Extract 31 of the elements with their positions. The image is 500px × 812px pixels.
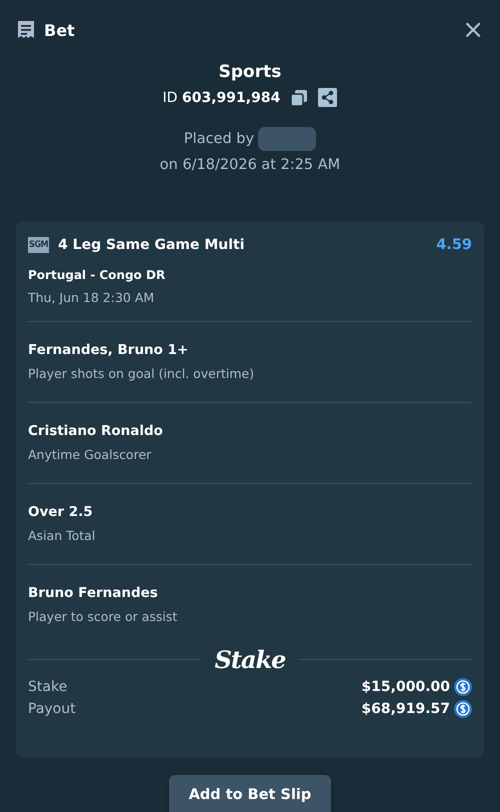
amount-value: $68,919.57 [361, 701, 450, 717]
brand-logo: Stake [214, 645, 286, 674]
amount-label: Stake [28, 679, 68, 695]
dialog-title: Bet [44, 20, 76, 40]
odds: 4.59 [436, 237, 472, 253]
amount-label: Payout [28, 701, 76, 717]
event-time: Thu, Jun 18 2:30 AM [28, 290, 156, 305]
placed-by-label: Placed by [184, 131, 254, 147]
placed-date: on 6/18/2026 at 2:25 AM [160, 157, 340, 173]
leg-selection: Bruno Fernandes [28, 585, 159, 601]
share-icon [318, 88, 338, 107]
usd-coin-icon [454, 700, 472, 718]
leg-selection: Over 2.5 [28, 504, 94, 520]
leg-market: Player shots on goal (incl. overtime) [28, 366, 256, 381]
event-name: Portugal - Congo DR [28, 268, 166, 282]
redacted-name [258, 127, 316, 151]
section-title: Sports [218, 62, 282, 82]
usd-coin-icon [454, 678, 472, 696]
bet-id: ID 603,991,984 [162, 90, 280, 106]
leg-selection: Cristiano Ronaldo [28, 423, 164, 439]
leg-market: Player to score or assist [28, 609, 178, 624]
same-game-multi-badge: SGM [28, 237, 50, 253]
bet-type: 4 Leg Same Game Multi [58, 237, 246, 253]
add-to-bet-slip-button[interactable]: Add to Bet Slip [168, 775, 332, 812]
receipt-icon [16, 20, 36, 40]
close-button[interactable]: × [462, 20, 484, 40]
amount-value: $15,000.00 [361, 679, 450, 695]
copy-icon [290, 88, 308, 106]
leg-selection: Fernandes, Bruno 1+ [28, 342, 190, 358]
leg-market: Asian Total [28, 528, 96, 543]
leg-market: Anytime Goalscorer [28, 447, 152, 462]
